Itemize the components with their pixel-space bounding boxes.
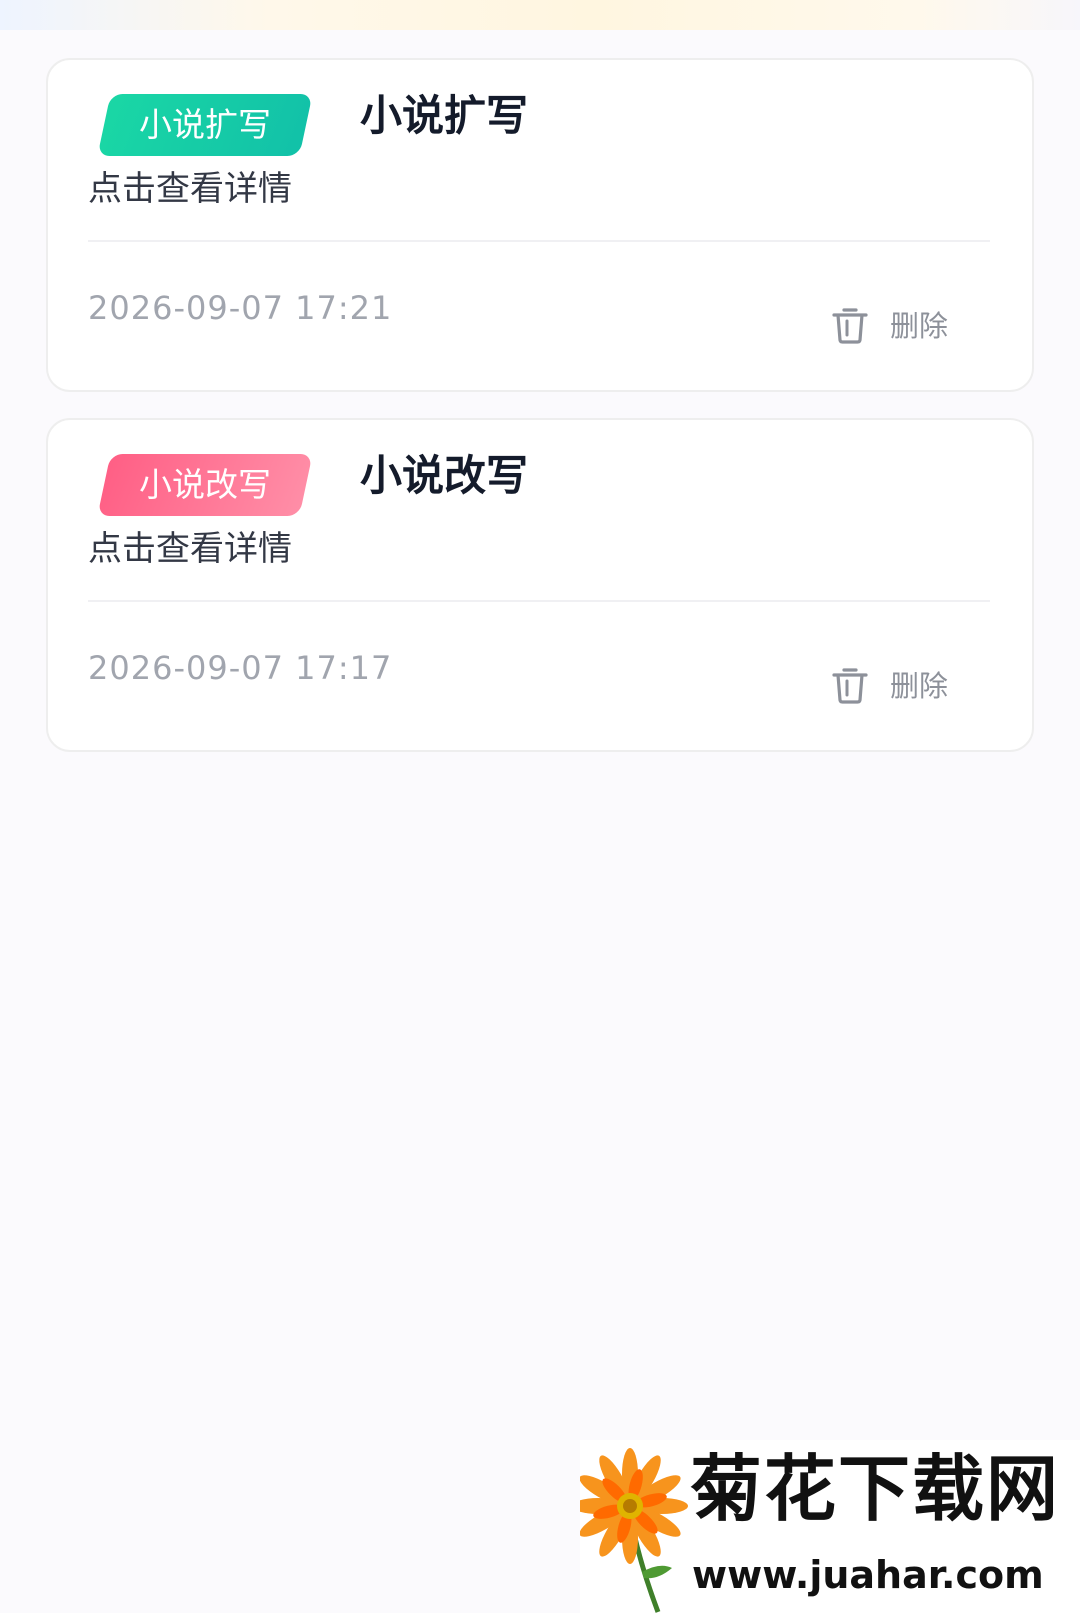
top-banner-strip [0, 0, 1080, 30]
record-card-rewrite[interactable]: 小说改写 小说改写 点击查看详情 2026-09-07 17:17 删除 [46, 418, 1034, 752]
delete-button[interactable]: 删除 [828, 660, 978, 708]
card-timestamp: 2026-09-07 17:21 [88, 289, 393, 327]
card-title: 小说改写 [360, 451, 529, 500]
delete-label: 删除 [890, 669, 949, 703]
tag-badge-label: 小说改写 [139, 465, 271, 504]
card-title: 小说扩写 [360, 91, 529, 140]
trash-icon [832, 668, 868, 704]
watermark: 菊花下载网 www.juahar.com [580, 1440, 1080, 1613]
view-details-link[interactable]: 点击查看详情 [88, 528, 292, 570]
record-card-expand[interactable]: 小说扩写 小说扩写 点击查看详情 2026-09-07 17:21 删除 [46, 58, 1034, 392]
trash-icon [832, 308, 868, 344]
view-details-link[interactable]: 点击查看详情 [88, 168, 292, 210]
chrysanthemum-icon [580, 1448, 688, 1613]
card-timestamp: 2026-09-07 17:17 [88, 649, 393, 687]
card-divider [88, 240, 990, 242]
delete-button[interactable]: 删除 [828, 300, 978, 348]
watermark-title: 菊花下载网 [690, 1447, 1061, 1531]
card-divider [88, 600, 990, 602]
delete-label: 删除 [890, 309, 949, 343]
tag-badge-label: 小说扩写 [139, 105, 271, 144]
watermark-url: www.juahar.com [692, 1553, 1044, 1597]
